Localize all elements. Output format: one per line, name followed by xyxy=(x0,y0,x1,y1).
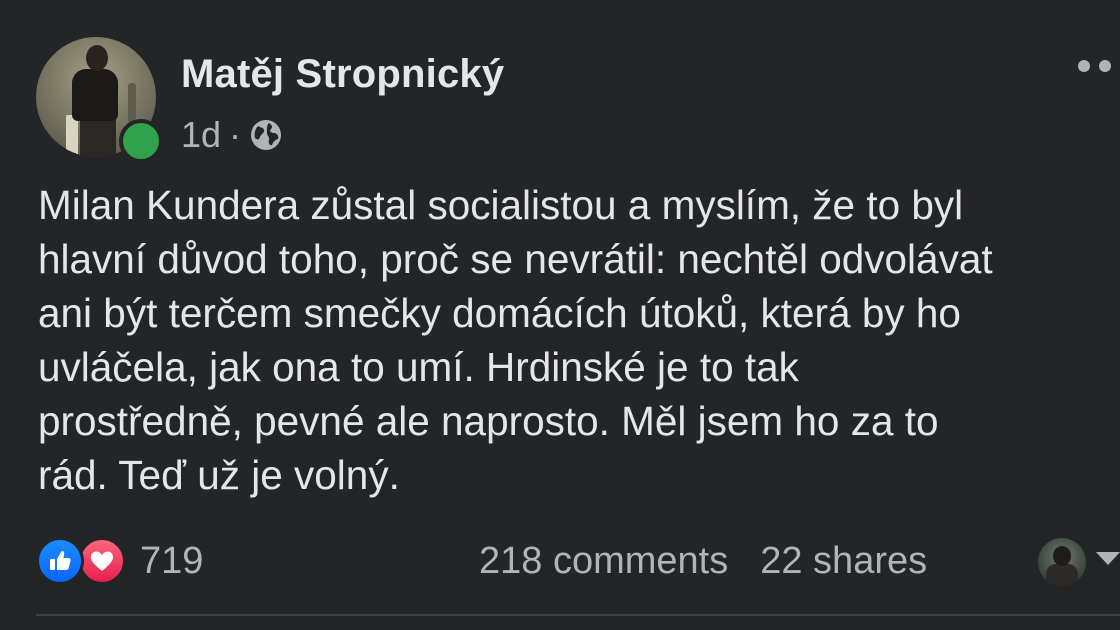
reactions-summary[interactable]: 719 xyxy=(36,536,203,586)
viewer-avatar[interactable] xyxy=(1038,538,1086,586)
online-status-indicator xyxy=(119,119,163,163)
meta-separator: · xyxy=(229,114,242,155)
divider xyxy=(36,614,1120,616)
like-icon xyxy=(36,537,84,585)
chevron-down-icon[interactable] xyxy=(1096,552,1120,565)
engagement-stats: 218 comments 22 shares xyxy=(479,536,927,586)
post-text: Milan Kundera zůstal socialistou a myslí… xyxy=(38,182,993,498)
shares-count[interactable]: 22 shares xyxy=(760,540,927,583)
reaction-count: 719 xyxy=(140,539,204,582)
globe-icon[interactable] xyxy=(249,118,283,152)
post-timestamp[interactable]: 1d xyxy=(181,114,221,156)
comments-count[interactable]: 218 comments xyxy=(479,540,728,583)
post-meta: 1d · xyxy=(181,114,283,156)
more-options-icon[interactable] xyxy=(1078,60,1120,72)
love-icon xyxy=(78,537,126,585)
author-name[interactable]: Matěj Stropnický xyxy=(181,52,504,97)
facebook-post: Matěj Stropnický 1d · Milan Kundera zůst… xyxy=(0,0,1120,630)
